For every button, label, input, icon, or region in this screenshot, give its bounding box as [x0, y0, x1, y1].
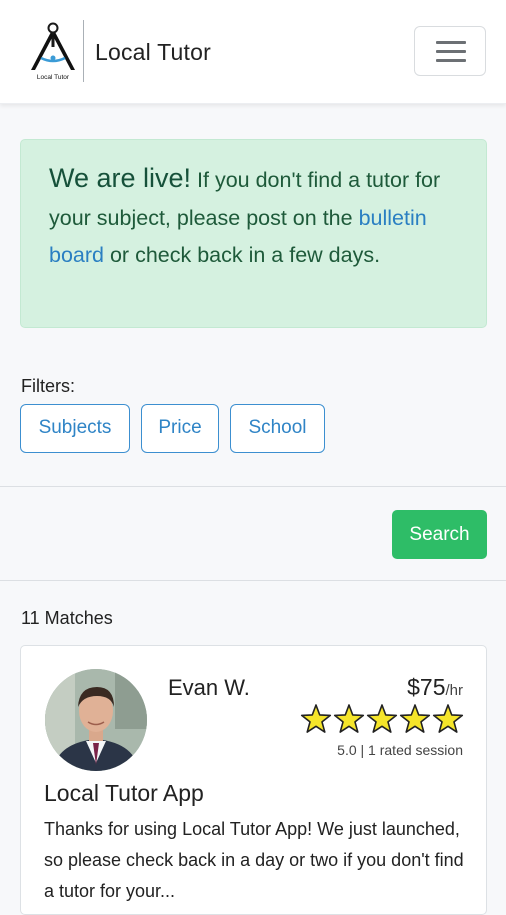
tutor-card[interactable]: Evan W. $75/hr 5.0 | 1 rated session Loc… [20, 645, 487, 915]
star-icon [366, 704, 398, 733]
alert-text-end: or check back in a few days. [104, 243, 381, 267]
card-description: Thanks for using Local Tutor App! We jus… [44, 819, 464, 901]
rating-summary: 5.0 | 1 rated session [337, 742, 463, 758]
brand-name[interactable]: Local Tutor [95, 39, 211, 66]
live-announcement-alert: We are live! If you don't find a tutor f… [20, 139, 487, 328]
alert-heading: We are live! [49, 163, 192, 193]
filter-school-button[interactable]: School [230, 404, 325, 453]
star-icon [399, 704, 431, 733]
avatar [45, 669, 147, 771]
tutor-name[interactable]: Evan W. [168, 675, 250, 701]
divider [0, 580, 506, 581]
hourly-rate: $75/hr [407, 674, 463, 701]
logo-divider [83, 20, 84, 82]
divider [0, 486, 506, 487]
hamburger-menu-icon [436, 41, 466, 44]
price-unit: /hr [445, 682, 463, 699]
star-rating [300, 704, 464, 733]
price-value: $75 [407, 674, 446, 700]
svg-text:Local Tutor: Local Tutor [37, 74, 70, 81]
filter-price-button[interactable]: Price [141, 404, 219, 453]
star-icon [333, 704, 365, 733]
card-title: Local Tutor App [44, 780, 204, 806]
filter-subjects-button[interactable]: Subjects [20, 404, 130, 453]
match-count: 11 Matches [21, 608, 113, 628]
local-tutor-logo[interactable]: Local Tutor [27, 20, 79, 82]
hamburger-menu-icon [436, 50, 466, 53]
menu-toggle-button[interactable] [414, 26, 486, 76]
star-icon [300, 704, 332, 733]
hamburger-menu-icon [436, 59, 466, 62]
top-navbar: Local Tutor Local Tutor [0, 0, 506, 104]
search-button[interactable]: Search [392, 510, 487, 559]
filters-label: Filters: [21, 376, 75, 396]
star-icon [432, 704, 464, 733]
